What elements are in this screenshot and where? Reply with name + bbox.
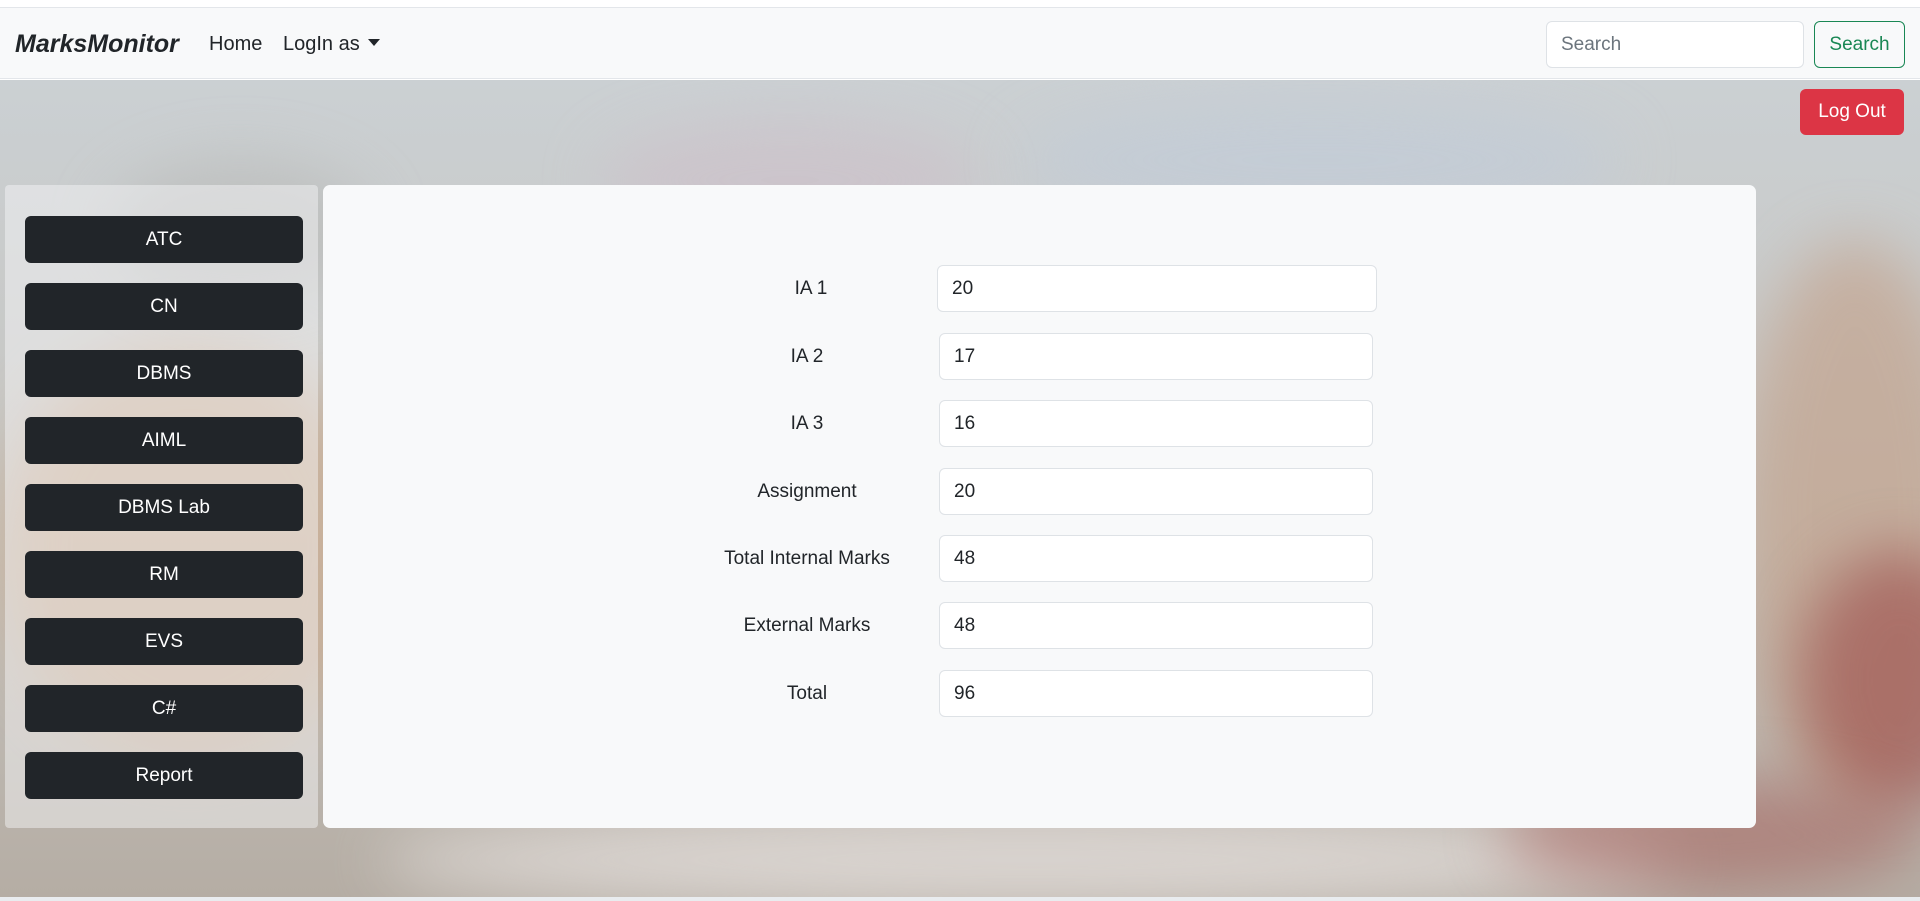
search-button[interactable]: Search bbox=[1814, 21, 1905, 68]
caret-down-icon bbox=[367, 39, 380, 46]
subject-button-dbms[interactable]: DBMS bbox=[25, 350, 303, 397]
external-marks-field[interactable] bbox=[939, 602, 1373, 649]
login-as-label: LogIn as bbox=[283, 33, 360, 55]
login-as-dropdown[interactable]: LogIn as bbox=[283, 33, 380, 56]
top-border bbox=[0, 0, 1920, 8]
subject-button-dbms-lab[interactable]: DBMS Lab bbox=[25, 484, 303, 531]
nav-home-link[interactable]: Home bbox=[209, 33, 262, 56]
assignment-field[interactable] bbox=[939, 468, 1373, 515]
ia2-field[interactable] bbox=[939, 333, 1373, 380]
ia3-label: IA 3 bbox=[790, 413, 824, 434]
ia1-field[interactable] bbox=[937, 265, 1377, 312]
subject-button-cn[interactable]: CN bbox=[25, 283, 303, 330]
total-field[interactable] bbox=[939, 670, 1373, 717]
assignment-label: Assignment bbox=[757, 481, 857, 502]
search-input[interactable] bbox=[1546, 21, 1804, 68]
ia3-field[interactable] bbox=[939, 400, 1373, 447]
ia1-label: IA 1 bbox=[794, 278, 828, 299]
brand-logo[interactable]: MarksMonitor bbox=[15, 30, 179, 59]
subject-button-csharp[interactable]: C# bbox=[25, 685, 303, 732]
subject-sidebar: ATC CN DBMS AIML DBMS Lab RM EVS C# Repo… bbox=[5, 185, 318, 828]
marks-panel: IA 1 IA 2 IA 3 Assignment Total Internal… bbox=[323, 185, 1756, 828]
bottom-border bbox=[0, 897, 1920, 901]
subject-button-rm[interactable]: RM bbox=[25, 551, 303, 598]
logout-button[interactable]: Log Out bbox=[1800, 89, 1904, 135]
total-internal-marks-field[interactable] bbox=[939, 535, 1373, 582]
ia2-label: IA 2 bbox=[790, 346, 824, 367]
subject-button-atc[interactable]: ATC bbox=[25, 216, 303, 263]
total-label: Total bbox=[786, 683, 828, 704]
subject-button-report[interactable]: Report bbox=[25, 752, 303, 799]
subject-button-aiml[interactable]: AIML bbox=[25, 417, 303, 464]
navbar: MarksMonitor Home LogIn as Search bbox=[0, 8, 1920, 79]
subject-button-evs[interactable]: EVS bbox=[25, 618, 303, 665]
total-internal-marks-label: Total Internal Marks bbox=[724, 548, 890, 569]
external-marks-label: External Marks bbox=[743, 615, 871, 636]
